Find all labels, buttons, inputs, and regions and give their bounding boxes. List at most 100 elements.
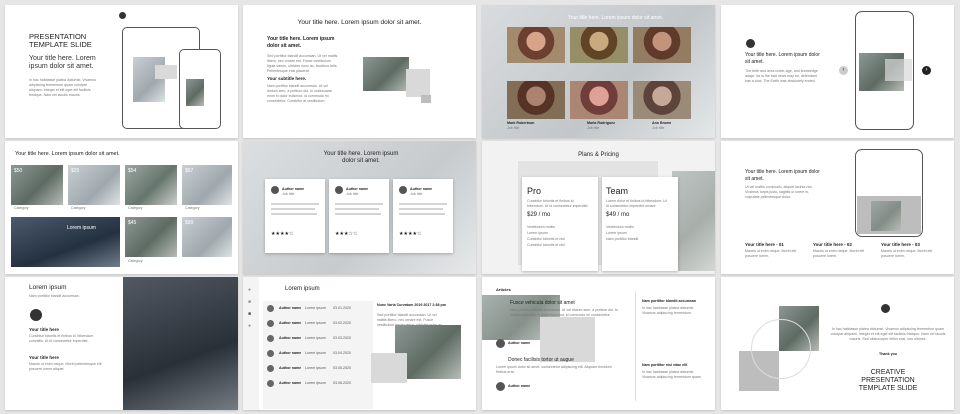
phone-photo [186, 79, 204, 106]
settings-icon[interactable]: ● [248, 323, 251, 329]
quote-line [271, 208, 315, 210]
side-heading-2: Nam porttitor nisi vitae elit [642, 363, 688, 367]
slide-07-pricing[interactable]: Plans & Pricing Pro Curabitur lobortis e… [482, 141, 715, 274]
slide-03-team[interactable]: Your title here. Lorem ipsum dolor sit a… [482, 5, 715, 138]
list-item[interactable]: Author name Lorem ipsum 03.02.2020 [263, 318, 369, 330]
list-item[interactable]: Author name Lorem ipsum 03.05.2020 [263, 363, 369, 375]
panel-block [371, 353, 407, 383]
author-role-1: Job title [282, 192, 295, 196]
item-heading-1: Your title here [29, 327, 59, 332]
background-photo [672, 171, 715, 271]
slide-04-phone-slider[interactable]: Your title here. Lorem ipsum dolor sit a… [721, 5, 954, 138]
tile-price-3: $54 [128, 168, 137, 174]
tablet-photo [133, 57, 165, 102]
slide-12-closing[interactable]: In hac habitasse platea dictumst. Vivamu… [721, 277, 954, 410]
avatar [267, 335, 274, 342]
folder-icon[interactable]: ■ [248, 311, 251, 317]
item-text: Lorem ipsum [305, 381, 326, 385]
slide-title: Plans & Pricing [578, 152, 619, 158]
next-button[interactable]: › [922, 66, 931, 75]
plan-feature: Curabitur lobortis et nisl [527, 237, 565, 241]
item-date: 03.01.2020 [333, 306, 351, 310]
list-item[interactable]: Author name Lorem ipsum 03.01.2020 [263, 303, 369, 315]
plan-feature: Nam porttitor blandit [606, 237, 639, 241]
side-body-1: In hac habitasse platea dictumst. Vivamu… [642, 306, 695, 315]
plan-feature: Vestibulum mollis [527, 225, 555, 229]
avatar [496, 339, 505, 348]
side-heading-1: Nam porttitor blandit accumsan [642, 299, 697, 303]
subtitle-heading: Your subtitle here. [267, 76, 307, 81]
quote-line [335, 203, 383, 205]
feature-photo [363, 57, 409, 91]
slide-09-info[interactable]: Lorem ipsum Nam porttitor blandit accums… [5, 277, 238, 410]
tile-price-5: $45 [128, 220, 137, 226]
tile-cat-1: Category [14, 206, 29, 210]
portrait-5 [570, 81, 628, 119]
article-body-2: Lorem ipsum dolor sit amet, consectetur … [496, 365, 612, 374]
article-heading-1: Fusce vehicula dolor sit amet [510, 300, 575, 306]
plan-name: Team [606, 186, 629, 196]
item-date: 03.05.2020 [333, 366, 351, 370]
item-body-1: Curabitur lobortis et finibus id, bibend… [29, 334, 94, 343]
portrait-2 [570, 27, 628, 63]
portrait-1 [507, 27, 565, 63]
item-text: Lorem ipsum [305, 366, 326, 370]
logo-icon [746, 39, 755, 48]
quote-line [335, 213, 381, 215]
avatar-icon [271, 186, 279, 194]
article-block [540, 317, 595, 362]
quote-line [335, 208, 379, 210]
tile-cat-2: Category [71, 206, 86, 210]
slide-02-text-image[interactable]: Your title here. Lorem ipsum dolor sit a… [243, 5, 476, 138]
avatar [267, 305, 274, 312]
column-body-2: Mauris ut enim neque. Morbi elit posuere… [813, 249, 865, 258]
item-name: Author name [279, 321, 302, 325]
prev-button[interactable]: ‹ [839, 66, 848, 75]
section-label: Articles [496, 287, 511, 292]
member-role-3: Job title [652, 126, 665, 130]
slide-10-list[interactable]: ● ■ ■ ● Lorem ipsum Author name Lorem ip… [243, 277, 476, 410]
avatar [267, 320, 274, 327]
slide-title: Your title here. Lorem ipsum dolor sit a… [745, 52, 820, 65]
plan-desc: Curabitur lobortis et finibus id, bibend… [527, 199, 589, 208]
list-item[interactable]: Author name Lorem ipsum 03.04.2020 [263, 348, 369, 360]
slide-05-gallery[interactable]: Your title here. Lorem ipsum dolor sit a… [5, 141, 238, 274]
logo-icon [881, 304, 890, 313]
slide-08-phone-columns[interactable]: Your title here. Lorem ipsum dolor sit a… [721, 141, 954, 274]
plan-name: Pro [527, 186, 542, 196]
slide-11-articles[interactable]: Articles Fusce vehicula dolor sit amet N… [482, 277, 715, 410]
home-icon[interactable]: ● [248, 287, 251, 293]
list-item[interactable]: Author name Lorem ipsum 03.06.2020 [263, 378, 369, 390]
item-date: 03.02.2020 [333, 321, 351, 325]
member-role-1: Job title [507, 126, 520, 130]
item-text: Lorem ipsum [305, 351, 326, 355]
slide-subtitle: Nam porttitor blandit accumsan. [29, 294, 80, 298]
item-name: Author name [279, 366, 302, 370]
mail-icon[interactable]: ■ [248, 299, 251, 305]
author-name: Author name [508, 341, 531, 345]
column-title-2: Your title here - 02 [813, 242, 852, 247]
item-text: Lorem ipsum [305, 336, 326, 340]
item-text: Lorem ipsum [305, 306, 326, 310]
item-body-2: Mauris ut enim neque. Morbi pellentesque… [29, 362, 102, 371]
logo-icon [30, 309, 42, 321]
sidebar-divider [635, 291, 636, 401]
closing-title: CREATIVE PRESENTATION TEMPLATE SLIDE [858, 369, 918, 393]
plan-price: $49 / mo [606, 212, 630, 218]
quote-line [399, 213, 445, 215]
portrait-4 [507, 81, 565, 119]
plan-feature: Curabitur lobortis et nisl [527, 243, 565, 247]
item-date: 03.03.2020 [333, 336, 351, 340]
item-name: Author name [279, 306, 302, 310]
slide-06-testimonials[interactable]: Your title here. Lorem ipsum dolor sit a… [243, 141, 476, 274]
item-heading-2: Your title here [29, 355, 59, 360]
list-item[interactable]: Author name Lorem ipsum 03.03.2020 [263, 333, 369, 345]
cover-title: PRESENTATION TEMPLATE SLIDE [29, 32, 92, 50]
slide-01-cover[interactable]: PRESENTATION TEMPLATE SLIDE Your title h… [5, 5, 238, 138]
list-title: Lorem ipsum [285, 286, 320, 292]
quote-line [399, 208, 443, 210]
item-name: Author name [279, 381, 302, 385]
item-name: Author name [279, 351, 302, 355]
plan-feature: Lorem ipsum [606, 231, 627, 235]
plan-feature: Vestibulum mollis [606, 225, 634, 229]
